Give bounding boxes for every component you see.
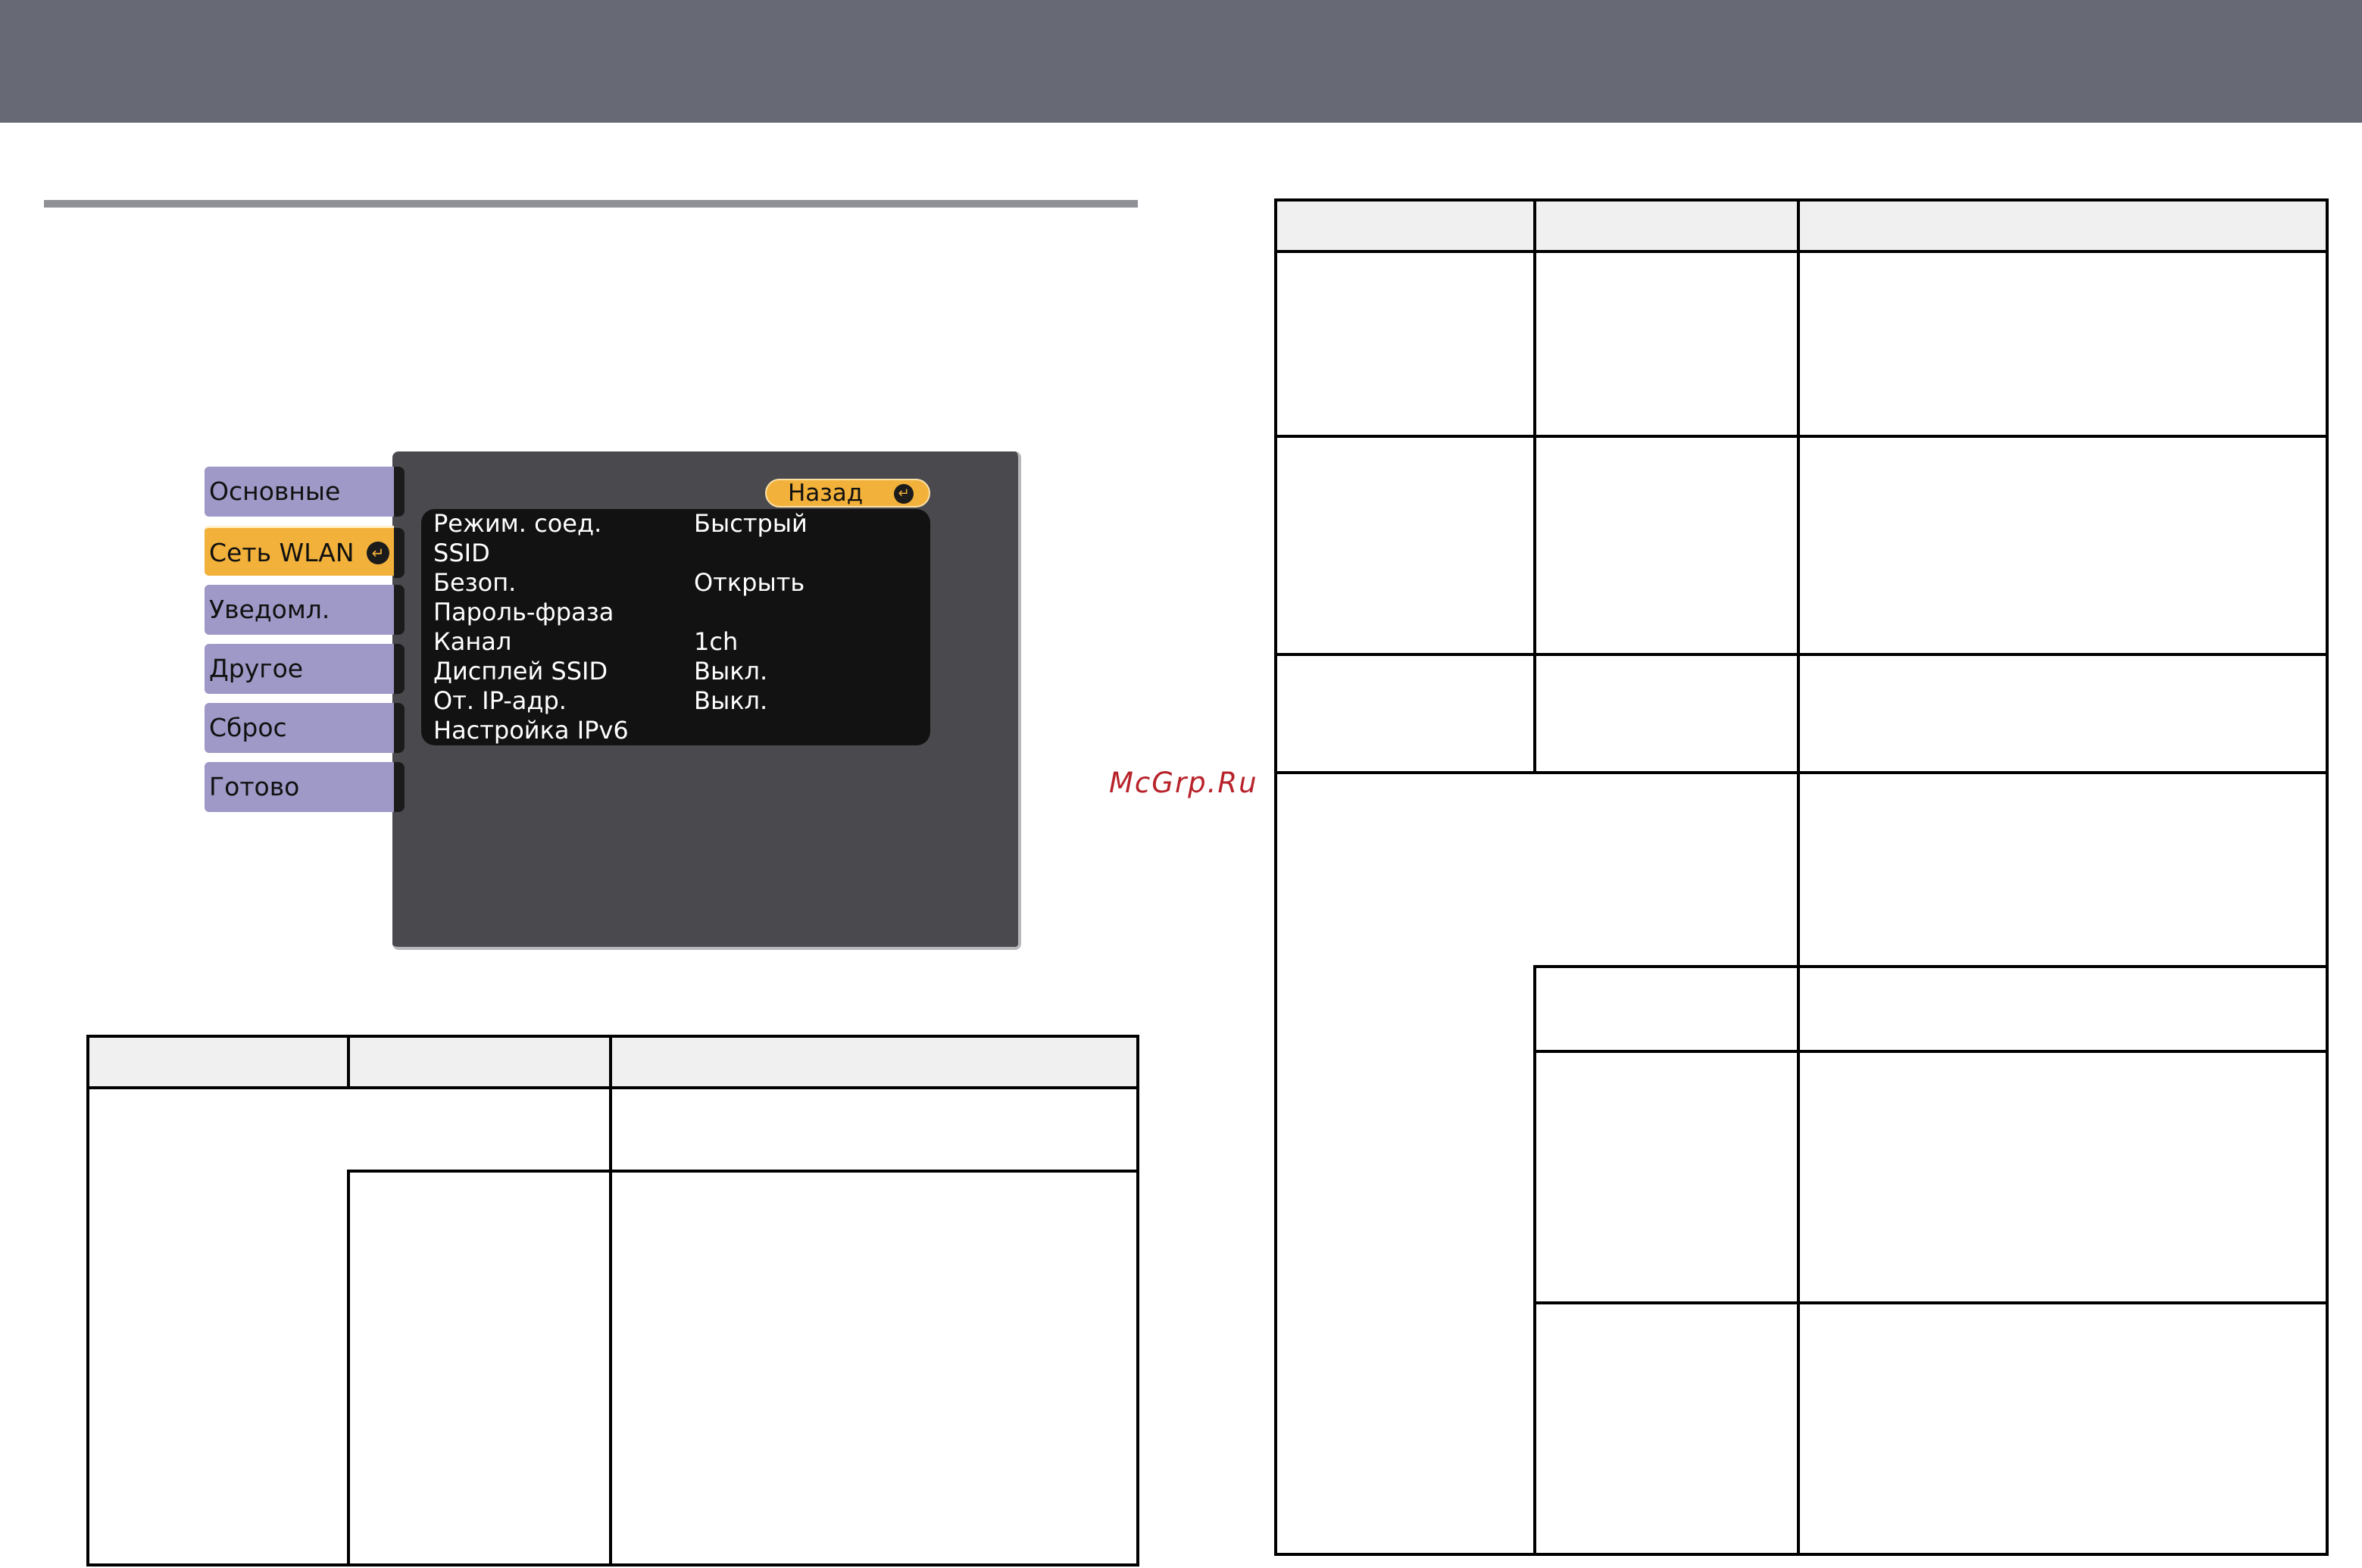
table-header-row — [1276, 201, 2327, 251]
table-header-row — [88, 1038, 1138, 1088]
setting-row-ip-display[interactable]: От. IP-адр. Выкл. — [421, 686, 930, 716]
setting-row-channel[interactable]: Канал 1ch — [421, 627, 930, 657]
setting-value: 1ch — [694, 627, 739, 656]
setting-value: Быстрый — [694, 509, 808, 538]
setting-row-security[interactable]: Безоп. Открыть — [421, 568, 930, 598]
tab-other[interactable]: Другое — [205, 644, 405, 694]
enter-icon: ↵ — [367, 542, 389, 564]
watermark-text: McGrp.Ru — [1109, 767, 1258, 799]
setting-name: Безоп. — [433, 568, 517, 597]
setting-name: Дисплей SSID — [433, 657, 608, 686]
tab-label: Основные — [209, 476, 341, 506]
tab-reset[interactable]: Сброс — [205, 703, 405, 753]
enter-icon: ↵ — [894, 484, 914, 504]
setting-name: SSID — [433, 539, 490, 567]
setting-name: Канал — [433, 627, 512, 656]
setting-name: Режим. соед. — [433, 509, 602, 538]
setting-name: Настройка IPv6 — [433, 716, 629, 745]
header-banner — [0, 0, 2362, 123]
setting-row-passphrase[interactable]: Пароль-фраза — [421, 598, 930, 627]
tab-wlan[interactable]: Сеть WLAN ↵ — [205, 526, 405, 578]
back-label: Назад — [788, 479, 864, 507]
setting-value: Выкл. — [694, 686, 768, 715]
tab-label: Сброс — [209, 713, 287, 742]
manual-page: Основные Сеть WLAN ↵ Уведомл. Другое Сбр… — [0, 0, 2362, 1568]
tab-label: Сеть WLAN — [209, 538, 355, 567]
tab-done[interactable]: Готово — [205, 762, 405, 812]
back-button[interactable]: Назад ↵ — [765, 479, 930, 508]
setting-row-connection-mode[interactable]: Режим. соед. Быстрый — [421, 509, 930, 539]
section-divider — [44, 200, 1138, 208]
setting-name: Пароль-фраза — [433, 598, 614, 626]
tab-basic[interactable]: Основные — [205, 467, 405, 517]
tab-notifications[interactable]: Уведомл. — [205, 585, 405, 635]
tab-label: Уведомл. — [209, 595, 330, 624]
tab-label: Готово — [209, 772, 300, 801]
setting-row-ipv6[interactable]: Настройка IPv6 — [421, 716, 930, 745]
setting-value: Открыть — [694, 568, 805, 597]
setting-value: Выкл. — [694, 657, 768, 686]
setting-row-ssid-display[interactable]: Дисплей SSID Выкл. — [421, 657, 930, 686]
tab-label: Другое — [209, 654, 304, 683]
setting-row-ssid[interactable]: SSID — [421, 539, 930, 568]
setting-name: От. IP-адр. — [433, 686, 567, 715]
settings-list: Режим. соед. Быстрый SSID Безоп. Открыть… — [421, 509, 930, 745]
